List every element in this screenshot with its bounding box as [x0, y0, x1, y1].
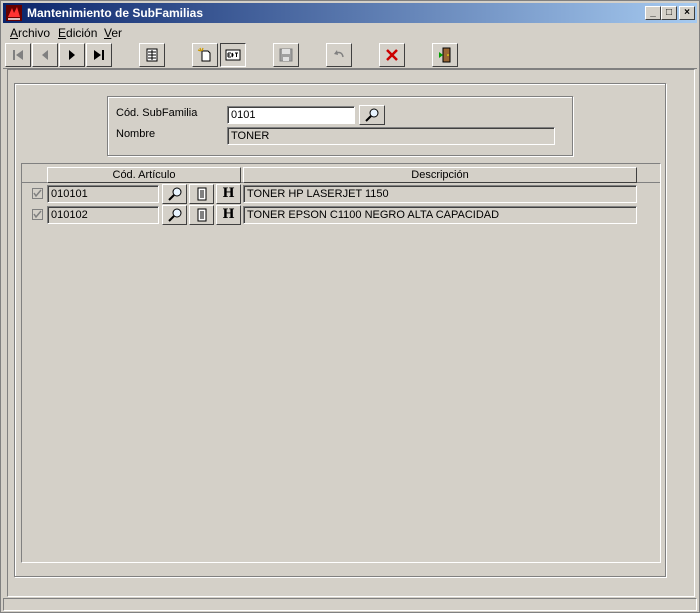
exit-button[interactable] — [432, 43, 458, 67]
status-bar — [3, 598, 697, 611]
search-subfamilia-button[interactable] — [359, 105, 385, 125]
last-record-icon — [94, 50, 104, 60]
codigo-subfamilia-label: Cód. SubFamilia — [116, 107, 198, 119]
row-1-search-button[interactable] — [162, 184, 187, 204]
row-1-codigo-input[interactable]: 010101 — [47, 185, 159, 203]
document-icon — [197, 208, 206, 222]
first-record-icon — [13, 50, 23, 60]
codigo-subfamilia-input[interactable]: 0101 — [227, 106, 355, 124]
row-2-checkbox[interactable] — [32, 209, 43, 220]
row-1-detail-button[interactable] — [189, 184, 214, 204]
new-record-icon — [197, 47, 211, 62]
undo-icon — [334, 50, 344, 58]
previous-record-icon — [42, 50, 48, 60]
row-2-descripcion-input[interactable]: TONER EPSON C1100 NEGRO ALTA CAPACIDAD — [243, 206, 637, 224]
menu-archivo[interactable]: Archivo — [10, 26, 50, 40]
table-view-icon — [146, 48, 158, 62]
menu-bar: Archivo Edición Ver — [3, 24, 697, 42]
exit-icon — [439, 47, 451, 63]
close-button[interactable]: × — [679, 6, 695, 20]
undo-button[interactable] — [326, 43, 352, 67]
delete-button[interactable] — [379, 43, 405, 67]
search-icon — [167, 187, 181, 201]
minimize-icon: _ — [650, 7, 656, 18]
close-icon: × — [684, 7, 690, 18]
maximize-icon: □ — [665, 7, 673, 18]
menu-ver[interactable]: Ver — [104, 26, 122, 40]
document-icon — [197, 187, 206, 201]
column-header-descripcion[interactable]: Descripción — [243, 167, 637, 183]
save-button[interactable] — [273, 43, 299, 67]
search-icon — [167, 208, 181, 222]
next-record-icon — [69, 50, 75, 60]
table-view-button[interactable] — [139, 43, 165, 67]
previous-record-button[interactable] — [32, 43, 58, 67]
first-record-button[interactable] — [5, 43, 31, 67]
row-2-history-button[interactable]: H — [216, 205, 241, 225]
menu-edicion[interactable]: Edición — [58, 26, 97, 40]
row-1-checkbox[interactable] — [32, 188, 43, 199]
next-record-button[interactable] — [59, 43, 85, 67]
row-2-search-button[interactable] — [162, 205, 187, 225]
row-2-detail-button[interactable] — [189, 205, 214, 225]
app-icon — [6, 5, 22, 21]
window-title: Mantenimiento de SubFamilias — [27, 6, 204, 20]
nombre-input[interactable]: TONER — [227, 127, 555, 145]
edit-record-icon — [225, 49, 241, 61]
toolbar — [3, 42, 697, 69]
last-record-button[interactable] — [86, 43, 112, 67]
column-header-codigo[interactable]: Cód. Artículo — [47, 167, 241, 183]
row-1-descripcion-input[interactable]: TONER HP LASERJET 1150 — [243, 185, 637, 203]
title-bar[interactable]: Mantenimiento de SubFamilias _ □ × — [3, 3, 697, 23]
minimize-button[interactable]: _ — [645, 6, 661, 20]
row-2-codigo-input[interactable]: 010102 — [47, 206, 159, 224]
new-record-button[interactable] — [192, 43, 218, 67]
search-icon — [365, 108, 379, 122]
main-window: Mantenimiento de SubFamilias _ □ × Archi… — [0, 0, 700, 613]
delete-icon — [386, 49, 398, 61]
checkmark-icon — [33, 210, 42, 219]
nombre-label: Nombre — [116, 128, 156, 140]
edit-record-button[interactable] — [220, 43, 246, 67]
checkmark-icon — [33, 189, 42, 198]
save-icon — [279, 48, 293, 62]
header-group — [107, 96, 573, 156]
row-1-history-button[interactable]: H — [216, 184, 241, 204]
maximize-button[interactable]: □ — [661, 6, 677, 20]
